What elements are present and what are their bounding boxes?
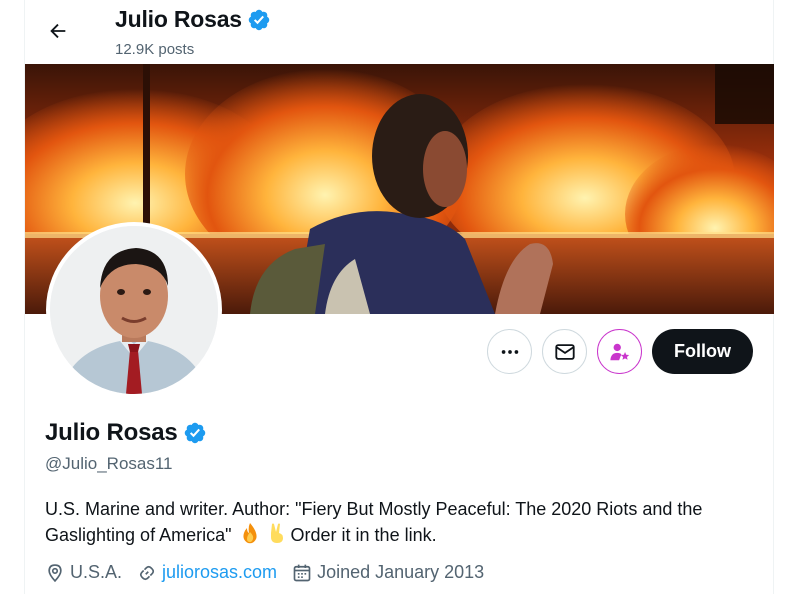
profile-header: Julio Rosas 12.9K posts: [25, 0, 773, 64]
verified-badge-icon[interactable]: [183, 421, 207, 445]
follow-button[interactable]: Follow: [652, 329, 753, 374]
arrow-left-icon: [50, 23, 66, 39]
website-item[interactable]: juliorosas.com: [137, 562, 277, 583]
envelope-icon: [554, 343, 575, 360]
profile-name-row: Julio Rosas: [45, 419, 207, 447]
website-link[interactable]: juliorosas.com: [162, 562, 277, 583]
location-item: U.S.A.: [45, 562, 122, 583]
bio-line-2-end: Order it in the link.: [290, 525, 437, 545]
link-icon: [139, 565, 155, 580]
bio-line-2-start: Gaslighting of America": [45, 525, 232, 545]
back-button[interactable]: [39, 12, 77, 50]
profile-column: Julio Rosas 12.9K posts Follow Julio Ros…: [24, 0, 774, 594]
subscribe-button[interactable]: [597, 329, 642, 374]
victory-hand-emoji-icon: [268, 522, 286, 551]
more-icon: [501, 349, 518, 354]
location-pin-icon: [48, 563, 62, 582]
avatar-photo: [50, 226, 218, 394]
profile-name: Julio Rosas: [45, 419, 178, 446]
message-button[interactable]: [542, 329, 587, 374]
location-text: U.S.A.: [70, 562, 123, 582]
header-post-count: 12.9K posts: [115, 41, 195, 58]
fire-emoji-icon: [240, 522, 260, 551]
subscribe-star-icon: [609, 343, 629, 360]
bio-line-1: U.S. Marine and writer. Author: "Fiery B…: [45, 499, 703, 519]
profile-meta: U.S.A. juliorosas.com Joined January 201…: [45, 562, 499, 583]
verified-badge-icon[interactable]: [247, 8, 271, 32]
profile-avatar[interactable]: [46, 222, 222, 398]
profile-handle: @Julio_Rosas11: [45, 454, 173, 473]
profile-bio: U.S. Marine and writer. Author: "Fiery B…: [45, 497, 760, 551]
joined-item: Joined January 2013: [292, 562, 484, 583]
header-name: Julio Rosas: [115, 6, 242, 32]
calendar-icon: [293, 564, 311, 581]
header-title-row: Julio Rosas: [115, 6, 271, 33]
more-button[interactable]: [487, 329, 532, 374]
profile-actions: Follow: [487, 329, 753, 374]
joined-text: Joined January 2013: [317, 562, 485, 582]
